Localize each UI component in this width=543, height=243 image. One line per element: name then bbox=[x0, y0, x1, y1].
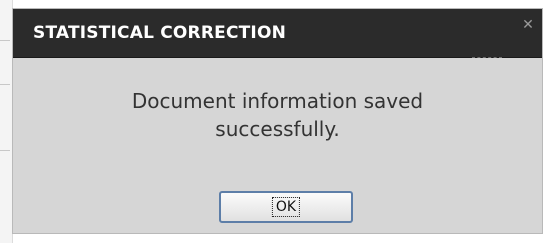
close-icon[interactable]: ✕ bbox=[520, 17, 536, 33]
dialog-message: Document information saved successfully. bbox=[13, 87, 542, 143]
background-tick bbox=[0, 84, 10, 85]
ok-button[interactable]: OK bbox=[219, 191, 353, 223]
message-dialog: STATISTICAL CORRECTION ✕ Document inform… bbox=[12, 8, 543, 234]
background-tick bbox=[0, 150, 10, 151]
ok-button-label: OK bbox=[271, 197, 301, 217]
background-tick bbox=[0, 40, 10, 41]
message-line-1: Document information saved bbox=[131, 89, 424, 113]
message-line-2: successfully. bbox=[215, 117, 340, 141]
dialog-body: Document information saved successfully.… bbox=[13, 57, 542, 233]
dialog-title: STATISTICAL CORRECTION bbox=[33, 23, 287, 43]
dialog-titlebar[interactable]: STATISTICAL CORRECTION ✕ bbox=[13, 9, 542, 58]
